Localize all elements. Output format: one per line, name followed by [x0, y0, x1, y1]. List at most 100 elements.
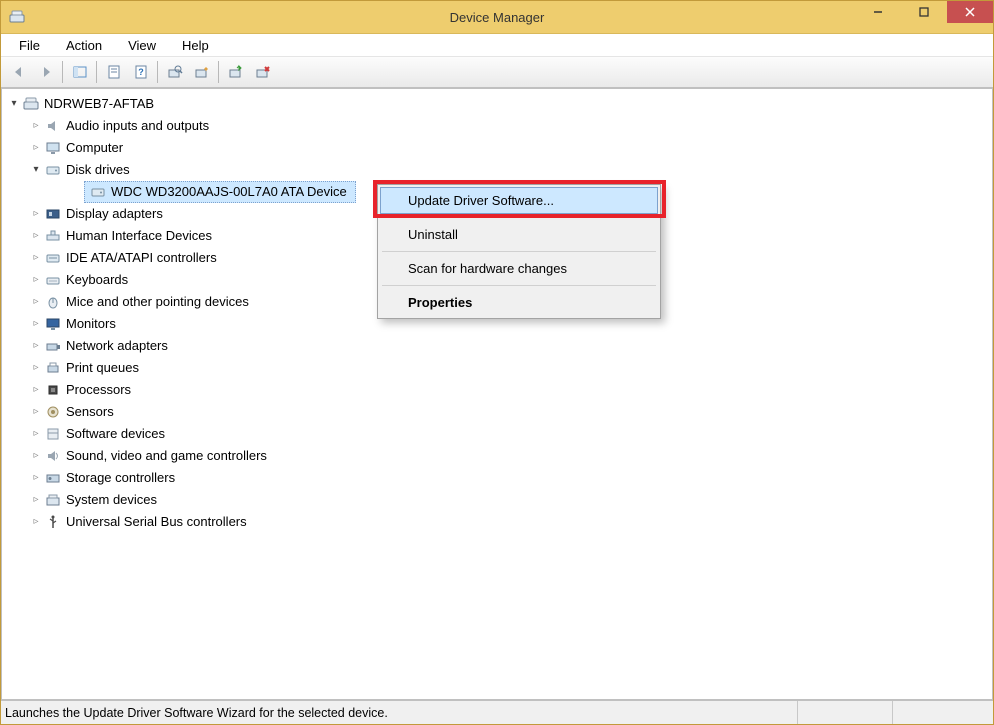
tree-storage-controllers[interactable]: Storage controllers [4, 467, 990, 489]
minimize-button[interactable] [855, 1, 901, 23]
tree-print-queues[interactable]: Print queues [4, 357, 990, 379]
collapse-arrow-icon[interactable] [30, 401, 42, 423]
collapse-arrow-icon[interactable] [30, 313, 42, 335]
software-device-icon [44, 425, 62, 443]
collapse-arrow-icon[interactable] [30, 467, 42, 489]
device-tree-panel: NDRWEB7-AFTAB Audio inputs and outputs C… [1, 88, 993, 700]
collapse-arrow-icon[interactable] [30, 115, 42, 137]
tree-node-label: Disk drives [66, 159, 130, 181]
tree-disk-drives[interactable]: Disk drives [4, 159, 990, 181]
tree-node-label: Network adapters [66, 335, 168, 357]
tree-software-devices[interactable]: Software devices [4, 423, 990, 445]
tree-node-label: Processors [66, 379, 131, 401]
collapse-arrow-icon[interactable] [30, 137, 42, 159]
tree-node-label: NDRWEB7-AFTAB [44, 93, 154, 115]
menu-file[interactable]: File [9, 36, 50, 55]
ctx-separator [382, 251, 656, 252]
sound-icon [44, 447, 62, 465]
collapse-arrow-icon[interactable] [30, 291, 42, 313]
tree-node-label: IDE ATA/ATAPI controllers [66, 247, 217, 269]
mouse-icon [44, 293, 62, 311]
properties-button[interactable] [101, 60, 126, 85]
tree-audio[interactable]: Audio inputs and outputs [4, 115, 990, 137]
close-button[interactable] [947, 1, 993, 23]
collapse-arrow-icon[interactable] [30, 445, 42, 467]
statusbar-section [797, 701, 892, 724]
ctx-properties[interactable]: Properties [380, 289, 658, 316]
storage-controller-icon [44, 469, 62, 487]
toolbar-separator [62, 61, 63, 83]
menu-action[interactable]: Action [56, 36, 112, 55]
tree-node-label: Print queues [66, 357, 139, 379]
computer-icon [44, 139, 62, 157]
tree-sensors[interactable]: Sensors [4, 401, 990, 423]
printer-icon [44, 359, 62, 377]
tree-node-label: Sensors [66, 401, 114, 423]
tree-node-label: Display adapters [66, 203, 163, 225]
context-menu: Update Driver Software... Uninstall Scan… [377, 184, 661, 319]
window-controls [855, 1, 993, 23]
ctx-update-driver[interactable]: Update Driver Software... [380, 187, 658, 214]
tree-node-label: Mice and other pointing devices [66, 291, 249, 313]
tree-node-label: Sound, video and game controllers [66, 445, 267, 467]
ctx-uninstall[interactable]: Uninstall [380, 221, 658, 248]
statusbar-section [892, 701, 987, 724]
keyboard-icon [44, 271, 62, 289]
tree-node-label: Audio inputs and outputs [66, 115, 209, 137]
disk-drive-icon [44, 161, 62, 179]
tree-node-label: Keyboards [66, 269, 128, 291]
ctx-scan-hardware[interactable]: Scan for hardware changes [380, 255, 658, 282]
system-device-icon [44, 491, 62, 509]
ctx-separator [382, 285, 656, 286]
uninstall-button[interactable] [250, 60, 275, 85]
tree-computer[interactable]: Computer [4, 137, 990, 159]
disk-drive-icon [89, 183, 107, 201]
collapse-arrow-icon[interactable] [30, 335, 42, 357]
tree-root[interactable]: NDRWEB7-AFTAB [4, 93, 990, 115]
sensor-icon [44, 403, 62, 421]
update-driver-button[interactable] [223, 60, 248, 85]
svg-text:?: ? [138, 67, 144, 77]
usb-icon [44, 513, 62, 531]
tree-node-label: System devices [66, 489, 157, 511]
tree-disk-child-selected[interactable]: WDC WD3200AAJS-00L7A0 ATA Device [84, 181, 356, 203]
monitor-icon [44, 315, 62, 333]
collapse-arrow-icon[interactable] [30, 379, 42, 401]
tree-node-label: Monitors [66, 313, 116, 335]
scan-hardware-button[interactable] [162, 60, 187, 85]
menu-help[interactable]: Help [172, 36, 219, 55]
collapse-arrow-icon[interactable] [30, 489, 42, 511]
collapse-arrow-icon[interactable] [30, 225, 42, 247]
maximize-button[interactable] [901, 1, 947, 23]
device-manager-window: Device Manager File Action View Help [0, 0, 994, 725]
collapse-arrow-icon[interactable] [30, 269, 42, 291]
computer-icon [22, 95, 40, 113]
help-button[interactable]: ? [128, 60, 153, 85]
tree-sound-video[interactable]: Sound, video and game controllers [4, 445, 990, 467]
tree-usb[interactable]: Universal Serial Bus controllers [4, 511, 990, 533]
tree-system-devices[interactable]: System devices [4, 489, 990, 511]
collapse-arrow-icon[interactable] [30, 357, 42, 379]
window-title: Device Manager [1, 10, 993, 25]
tree-node-label: Universal Serial Bus controllers [66, 511, 247, 533]
show-hide-console-tree-button[interactable] [67, 60, 92, 85]
speaker-icon [44, 117, 62, 135]
tree-node-label: Software devices [66, 423, 165, 445]
toolbar-separator [96, 61, 97, 83]
expand-arrow-icon[interactable] [30, 159, 42, 181]
collapse-arrow-icon[interactable] [30, 203, 42, 225]
back-button[interactable] [6, 60, 31, 85]
show-hidden-button[interactable] [189, 60, 214, 85]
toolbar-separator [218, 61, 219, 83]
display-adapter-icon [44, 205, 62, 223]
tree-network-adapters[interactable]: Network adapters [4, 335, 990, 357]
ctx-separator [382, 217, 656, 218]
menu-view[interactable]: View [118, 36, 166, 55]
tree-processors[interactable]: Processors [4, 379, 990, 401]
collapse-arrow-icon[interactable] [30, 511, 42, 533]
expand-arrow-icon[interactable] [8, 93, 20, 115]
forward-button[interactable] [33, 60, 58, 85]
collapse-arrow-icon[interactable] [30, 247, 42, 269]
collapse-arrow-icon[interactable] [30, 423, 42, 445]
tree-node-label: Human Interface Devices [66, 225, 212, 247]
